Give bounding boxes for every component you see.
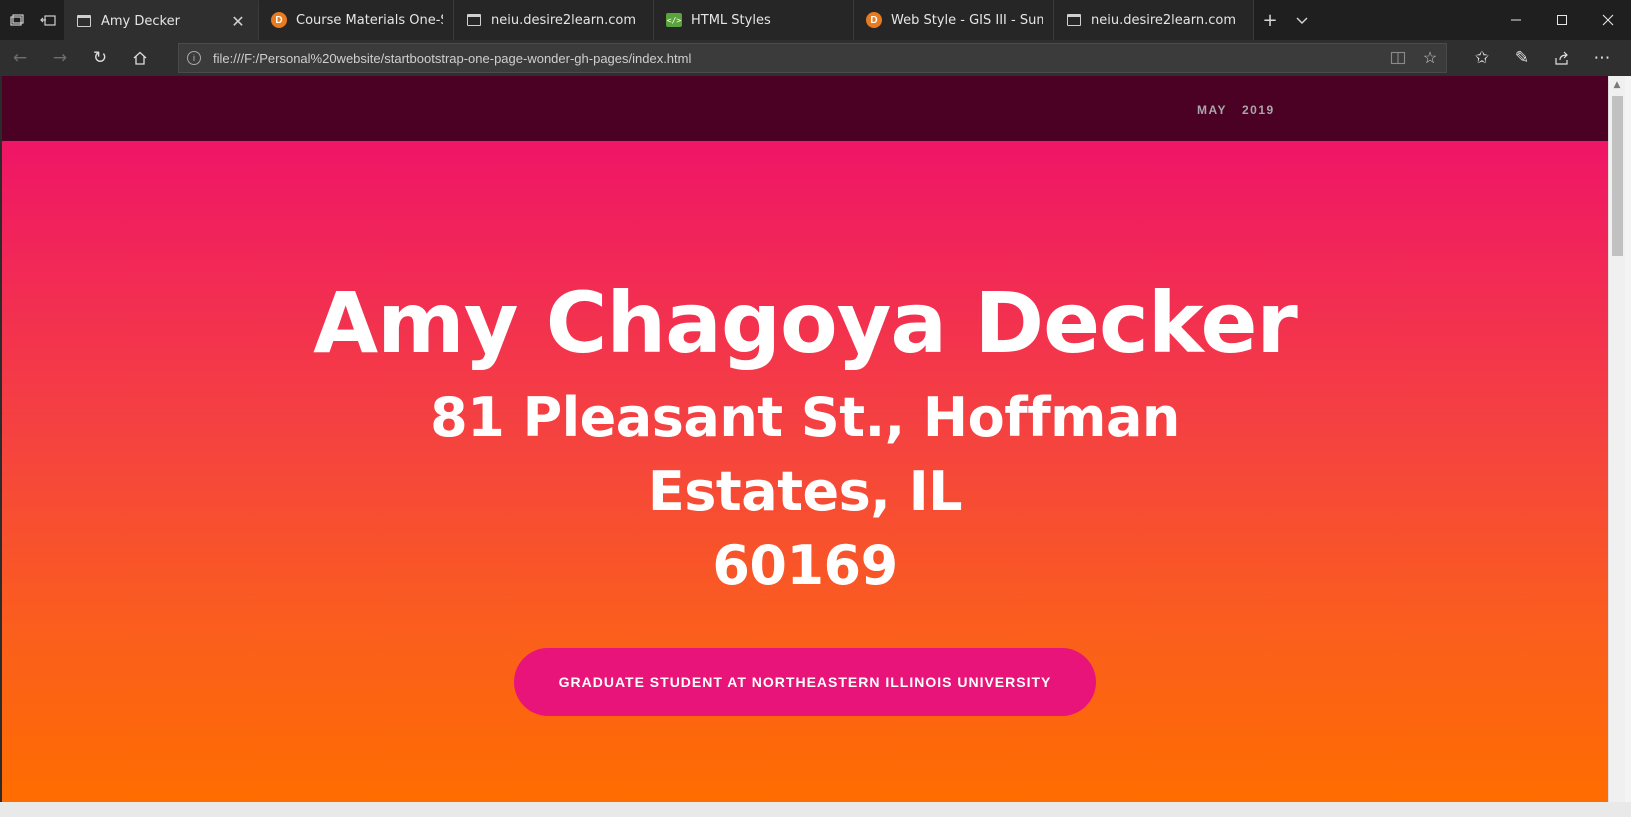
tab-neiu-d2l-1[interactable]: neiu.desire2learn.com (454, 0, 654, 40)
nav-link-may[interactable]: MAY (1197, 103, 1227, 117)
hero-address-heading: 81 Pleasant St., Hoffman Estates, IL 601… (302, 381, 1308, 603)
tab-title: HTML Styles (691, 12, 771, 28)
scroll-up-arrow-icon[interactable]: ▲ (1609, 76, 1625, 93)
minimize-button[interactable] (1493, 0, 1539, 40)
maximize-icon (1557, 15, 1567, 25)
refresh-button[interactable]: ↻ (80, 40, 120, 76)
reading-view-icon (1390, 51, 1406, 65)
tab-course-materials[interactable]: D Course Materials One-Stop (259, 0, 454, 40)
page-icon (466, 12, 482, 28)
page-viewport: MAY 2019 Amy Chagoya Decker 81 Pleasant … (2, 76, 1608, 802)
star-icon: ☆ (1422, 50, 1438, 67)
reading-view-button[interactable] (1382, 44, 1414, 72)
share-button[interactable] (1542, 40, 1582, 76)
minimize-icon (1511, 19, 1521, 21)
favorites-list-icon: ✩ (1474, 48, 1490, 68)
share-icon (1555, 51, 1568, 65)
close-window-button[interactable] (1585, 0, 1631, 40)
add-favorite-button[interactable]: ☆ (1414, 44, 1446, 72)
tab-strip: Amy Decker ✕ D Course Materials One-Stop… (0, 0, 1631, 40)
close-icon (1602, 14, 1614, 26)
favorites-button[interactable]: ✩ (1462, 40, 1502, 76)
set-tabs-aside-button[interactable] (32, 0, 64, 40)
window-bottom-edge (0, 802, 1631, 817)
web-note-button[interactable]: ✎ (1502, 40, 1542, 76)
address-line-2: 60169 (712, 534, 898, 597)
home-icon (133, 51, 147, 65)
hero-section: Amy Chagoya Decker 81 Pleasant St., Hoff… (2, 141, 1608, 802)
tab-title: neiu.desire2learn.com (491, 12, 637, 28)
tab-title: neiu.desire2learn.com (1091, 12, 1237, 28)
address-line-1: 81 Pleasant St., Hoffman Estates, IL (430, 386, 1180, 523)
tab-html-styles[interactable]: </> HTML Styles (654, 0, 854, 40)
page-icon (76, 13, 92, 29)
plus-icon: + (1262, 9, 1278, 31)
tab-neiu-d2l-2[interactable]: neiu.desire2learn.com (1054, 0, 1254, 40)
more-options-button[interactable]: ⋯ (1582, 40, 1622, 76)
forward-arrow-icon: → (52, 48, 68, 68)
info-icon[interactable]: i (187, 51, 201, 65)
window-edge (1625, 76, 1631, 817)
new-tab-button[interactable]: + (1254, 0, 1286, 40)
tab-title: Amy Decker (101, 13, 180, 29)
site-navbar: MAY 2019 (2, 76, 1608, 141)
page-icon (1066, 12, 1082, 28)
back-arrow-icon: ← (12, 48, 28, 68)
graduate-student-button[interactable]: GRADUATE STUDENT AT NORTHEASTERN ILLINOI… (514, 648, 1096, 716)
tab-title: Course Materials One-Stop (296, 12, 443, 28)
back-button[interactable]: ← (0, 40, 40, 76)
forward-button[interactable]: → (40, 40, 80, 76)
d2l-icon: D (271, 12, 287, 28)
tab-amy-decker[interactable]: Amy Decker ✕ (64, 0, 259, 40)
html-icon: </> (666, 12, 682, 28)
pen-icon: ✎ (1514, 48, 1530, 68)
address-bar[interactable]: i file:///F:/Personal%20website/startboo… (178, 43, 1447, 73)
url-text[interactable]: file:///F:/Personal%20website/startboots… (213, 51, 1382, 66)
maximize-button[interactable] (1539, 0, 1585, 40)
hero-name-heading: Amy Chagoya Decker (313, 274, 1298, 372)
scroll-thumb[interactable] (1612, 96, 1623, 256)
home-button[interactable] (120, 40, 160, 76)
refresh-icon: ↻ (92, 48, 108, 68)
chevron-down-icon (1296, 17, 1308, 24)
vertical-scrollbar[interactable]: ▲ (1608, 76, 1625, 802)
tab-title: Web Style - GIS III - Summe (891, 12, 1043, 28)
more-dots-icon: ⋯ (1593, 48, 1611, 68)
navigation-toolbar: ← → ↻ i file:///F:/Personal%20website/st… (0, 40, 1631, 76)
d2l-icon: D (866, 12, 882, 28)
tabs-aside-icon (40, 15, 56, 26)
tab-list-button[interactable] (1286, 0, 1318, 40)
close-tab-icon[interactable]: ✕ (228, 11, 248, 31)
tab-preview-icon (10, 14, 24, 26)
tab-preview-button[interactable] (0, 0, 32, 40)
nav-link-2019[interactable]: 2019 (1242, 103, 1275, 117)
tab-web-style[interactable]: D Web Style - GIS III - Summe (854, 0, 1054, 40)
